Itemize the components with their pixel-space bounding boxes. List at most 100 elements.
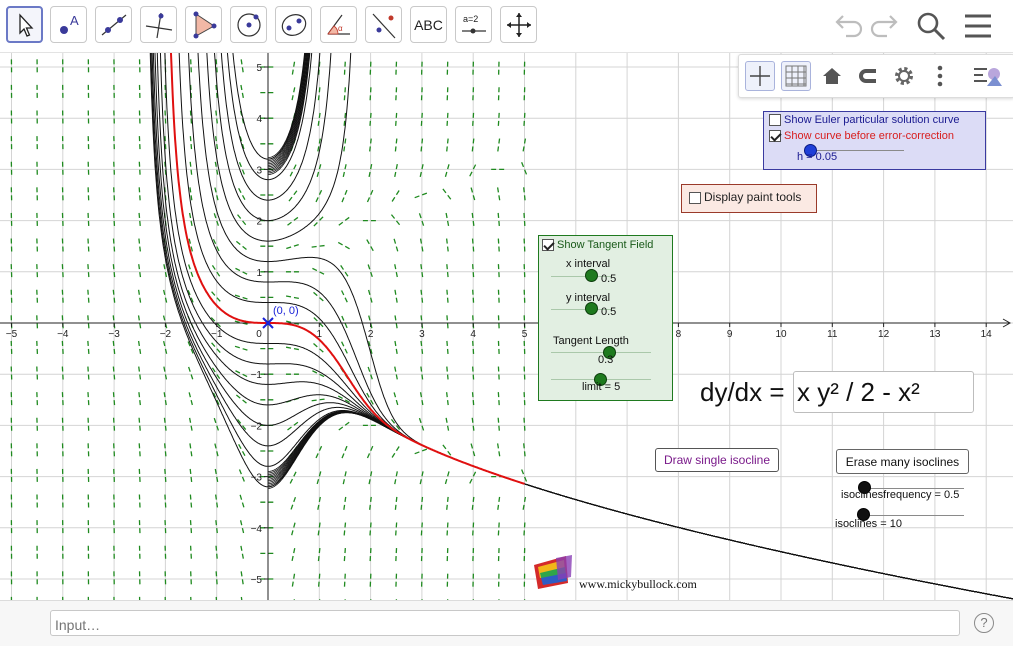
paint-tools-checkbox[interactable]: Display paint tools <box>689 190 801 204</box>
tangent-segment <box>190 495 191 510</box>
draw-single-isocline-button[interactable]: Draw single isocline <box>655 448 779 472</box>
solution-curve <box>268 412 1013 600</box>
slider-tool-button[interactable]: a=2 <box>455 6 492 43</box>
y-tick-label: 5 <box>256 63 262 74</box>
toolbar: A α <box>0 0 1013 53</box>
tangent-segment <box>395 136 397 151</box>
x-tick-label: 2 <box>368 329 374 340</box>
x-tick-label: −3 <box>108 329 120 340</box>
x-interval-title: x interval <box>566 258 610 270</box>
move-tool-button[interactable] <box>6 6 43 43</box>
perpendicular-tool-icon <box>144 10 174 40</box>
erase-many-isoclines-button[interactable]: Erase many isoclines <box>836 449 969 474</box>
graphics-menu-icon <box>973 64 1003 88</box>
x-tick-label: 10 <box>775 329 787 340</box>
equation-input[interactable]: x y² / 2 - x² <box>793 371 974 413</box>
tangent-segment <box>88 239 89 254</box>
grid-toggle-button[interactable] <box>781 61 811 91</box>
polygon-tool-button[interactable] <box>185 6 222 43</box>
reflect-tool-button[interactable] <box>365 6 402 43</box>
y-tick-label: −2 <box>251 421 263 432</box>
tangent-segment <box>395 290 398 305</box>
algebra-input[interactable] <box>50 610 960 636</box>
redo-icon[interactable] <box>869 10 901 42</box>
x-interval-knob[interactable] <box>585 269 598 282</box>
home-button[interactable] <box>817 61 847 91</box>
tangent-segment <box>235 346 250 351</box>
solution-curve <box>268 412 1013 600</box>
graphics-menu-button[interactable] <box>973 61 1003 91</box>
tangent-segment <box>139 290 141 305</box>
limit-label: limit = 5 <box>582 381 620 393</box>
equation-label: dy/dx = <box>700 377 785 408</box>
tangent-segment <box>191 546 192 561</box>
axes-toggle-button[interactable] <box>745 61 775 91</box>
tangent-segment <box>342 444 348 458</box>
undo-icon[interactable] <box>832 10 864 42</box>
solution-curve <box>268 53 319 164</box>
tangent-segment <box>396 85 397 100</box>
isoclines-frequency-label: isoclinesfrequency = 0.5 <box>841 489 959 501</box>
tangent-segment <box>447 495 449 510</box>
solution-curve <box>268 411 1013 600</box>
tangent-segment <box>342 290 349 304</box>
euler-panel: Show Euler particular solution curve Sho… <box>763 111 986 170</box>
snap-button[interactable] <box>853 61 883 91</box>
line-tool-icon <box>99 10 129 40</box>
perpendicular-tool-button[interactable] <box>140 6 177 43</box>
circle-tool-button[interactable] <box>230 6 267 43</box>
tangent-segment <box>188 341 194 355</box>
ellipse-tool-button[interactable] <box>275 6 312 43</box>
reflect-tool-icon <box>369 10 399 40</box>
help-icon[interactable]: ? <box>974 613 994 633</box>
svg-text:α: α <box>338 24 343 33</box>
tangent-segment <box>395 341 398 356</box>
tangent-segment <box>88 443 89 458</box>
y-tick-label: −5 <box>251 575 263 586</box>
tangent-segment <box>139 187 140 202</box>
search-icon[interactable] <box>915 10 947 42</box>
more-button[interactable] <box>925 61 955 91</box>
rainbow-logo <box>534 555 572 589</box>
tangent-segment <box>240 136 244 151</box>
point-tool-button[interactable]: A <box>50 6 87 43</box>
tangent-segment <box>498 239 499 254</box>
tangent-segment <box>447 546 448 561</box>
tangent-length-title: Tangent Length <box>553 335 629 347</box>
tangent-segment <box>240 495 244 510</box>
tangent-segment <box>344 546 345 561</box>
paint-tools-check[interactable] <box>689 192 701 204</box>
y-interval-knob[interactable] <box>585 302 598 315</box>
line-tool-button[interactable] <box>95 6 132 43</box>
move-view-tool-button[interactable] <box>500 6 537 43</box>
tangent-segment <box>498 443 500 458</box>
settings-button[interactable] <box>889 61 919 91</box>
tangent-field-checkbox[interactable]: Show Tangent Field <box>542 239 653 251</box>
menu-icon[interactable] <box>962 10 994 42</box>
tangent-segment <box>289 189 298 201</box>
show-curve-checkbox[interactable]: Show curve before error-correction <box>769 130 954 142</box>
tangent-segment <box>139 136 140 151</box>
show-euler-checkbox[interactable]: Show Euler particular solution curve <box>769 114 959 126</box>
show-euler-check[interactable] <box>769 114 781 126</box>
tangent-segment <box>447 85 448 100</box>
tangent-segment <box>498 290 499 305</box>
svg-text:A: A <box>70 13 79 28</box>
website-credit: www.mickybullock.com <box>579 577 697 592</box>
isoclines-count-track[interactable] <box>864 515 964 516</box>
tangent-segment <box>447 341 448 356</box>
tangent-segment <box>37 239 38 254</box>
x-interval-value: 0.5 <box>601 273 616 285</box>
solution-curve <box>268 53 320 167</box>
angle-tool-icon: α <box>324 10 354 40</box>
tangent-segment <box>498 341 499 356</box>
tangent-field-check[interactable] <box>542 239 554 251</box>
text-tool-button[interactable]: ABC <box>410 6 447 43</box>
tangent-segment <box>291 495 296 509</box>
angle-tool-button[interactable]: α <box>320 6 357 43</box>
show-curve-check[interactable] <box>769 130 781 142</box>
x-tick-label: −2 <box>160 329 172 340</box>
tangent-length-track[interactable] <box>551 352 651 353</box>
tangent-segment <box>88 290 89 305</box>
y-tick-label: −3 <box>251 473 263 484</box>
